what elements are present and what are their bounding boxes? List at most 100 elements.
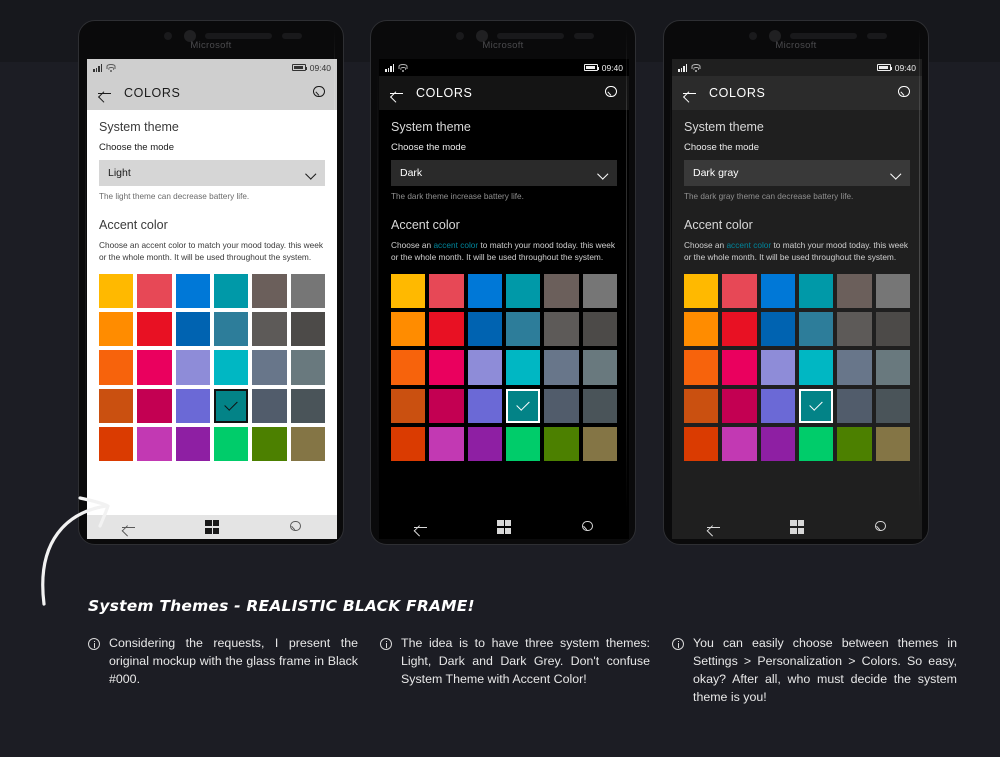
accent-swatch[interactable] <box>544 312 578 346</box>
nav-search-icon[interactable] <box>581 521 594 534</box>
windows-logo-icon[interactable] <box>205 520 219 534</box>
accent-swatch[interactable] <box>468 389 502 423</box>
accent-swatch[interactable] <box>137 389 171 423</box>
accent-swatch[interactable] <box>544 389 578 423</box>
accent-swatch[interactable] <box>837 389 871 423</box>
accent-swatch[interactable] <box>291 312 325 346</box>
accent-swatch[interactable] <box>137 274 171 308</box>
accent-swatch[interactable] <box>761 312 795 346</box>
windows-logo-icon[interactable] <box>790 520 804 534</box>
accent-swatch[interactable] <box>761 350 795 384</box>
accent-swatch[interactable] <box>583 350 617 384</box>
accent-swatch[interactable] <box>99 427 133 461</box>
nav-search-icon[interactable] <box>874 521 887 534</box>
accent-swatch[interactable] <box>99 389 133 423</box>
accent-swatch[interactable] <box>468 312 502 346</box>
windows-logo-icon[interactable] <box>497 520 511 534</box>
accent-swatch[interactable] <box>176 389 210 423</box>
accent-swatch[interactable] <box>214 427 248 461</box>
accent-swatch[interactable] <box>468 427 502 461</box>
accent-swatch[interactable] <box>544 350 578 384</box>
accent-swatch[interactable] <box>252 350 286 384</box>
search-icon[interactable] <box>897 86 912 101</box>
search-icon[interactable] <box>312 86 327 101</box>
accent-swatch[interactable] <box>837 312 871 346</box>
accent-swatch[interactable] <box>252 427 286 461</box>
accent-swatch[interactable] <box>799 350 833 384</box>
accent-swatch[interactable] <box>506 427 540 461</box>
accent-swatch[interactable] <box>391 389 425 423</box>
accent-swatch[interactable] <box>506 312 540 346</box>
theme-mode-select[interactable]: Light <box>99 160 325 186</box>
accent-swatch[interactable] <box>684 389 718 423</box>
accent-swatch[interactable] <box>722 427 756 461</box>
back-arrow-icon[interactable] <box>682 86 697 101</box>
accent-swatch[interactable] <box>391 427 425 461</box>
accent-swatch[interactable] <box>429 350 463 384</box>
accent-swatch[interactable] <box>176 274 210 308</box>
accent-swatch[interactable] <box>876 389 910 423</box>
accent-swatch[interactable] <box>722 274 756 308</box>
theme-mode-select[interactable]: Dark gray <box>684 160 910 186</box>
accent-swatch[interactable] <box>722 389 756 423</box>
accent-swatch[interactable] <box>429 312 463 346</box>
accent-swatch[interactable] <box>544 427 578 461</box>
accent-swatch[interactable] <box>761 389 795 423</box>
accent-swatch[interactable] <box>583 274 617 308</box>
accent-swatch[interactable] <box>799 312 833 346</box>
accent-swatch[interactable] <box>291 350 325 384</box>
accent-swatch[interactable] <box>391 274 425 308</box>
nav-back-icon[interactable] <box>707 521 721 533</box>
accent-swatch[interactable] <box>252 312 286 346</box>
accent-swatch[interactable] <box>99 274 133 308</box>
accent-swatch[interactable] <box>176 312 210 346</box>
accent-swatch[interactable] <box>583 389 617 423</box>
accent-swatch[interactable] <box>291 427 325 461</box>
accent-swatch[interactable] <box>214 389 248 423</box>
accent-swatch[interactable] <box>684 274 718 308</box>
accent-swatch[interactable] <box>506 389 540 423</box>
back-arrow-icon[interactable] <box>389 86 404 101</box>
accent-swatch[interactable] <box>876 274 910 308</box>
accent-swatch[interactable] <box>252 274 286 308</box>
accent-swatch[interactable] <box>99 350 133 384</box>
accent-swatch[interactable] <box>214 350 248 384</box>
accent-swatch[interactable] <box>583 427 617 461</box>
accent-swatch[interactable] <box>137 312 171 346</box>
accent-swatch[interactable] <box>722 350 756 384</box>
accent-swatch[interactable] <box>429 427 463 461</box>
accent-swatch[interactable] <box>837 350 871 384</box>
accent-swatch[interactable] <box>291 389 325 423</box>
accent-swatch[interactable] <box>214 274 248 308</box>
nav-back-icon[interactable] <box>414 521 428 533</box>
accent-swatch[interactable] <box>214 312 248 346</box>
accent-swatch[interactable] <box>468 350 502 384</box>
back-arrow-icon[interactable] <box>97 86 112 101</box>
nav-search-icon[interactable] <box>289 521 302 534</box>
accent-swatch[interactable] <box>137 350 171 384</box>
accent-swatch[interactable] <box>876 427 910 461</box>
accent-swatch[interactable] <box>761 427 795 461</box>
accent-swatch[interactable] <box>176 427 210 461</box>
accent-swatch[interactable] <box>722 312 756 346</box>
accent-swatch[interactable] <box>761 274 795 308</box>
accent-swatch[interactable] <box>799 389 833 423</box>
accent-swatch[interactable] <box>391 350 425 384</box>
accent-swatch[interactable] <box>837 274 871 308</box>
accent-swatch[interactable] <box>99 312 133 346</box>
accent-swatch[interactable] <box>583 312 617 346</box>
accent-swatch[interactable] <box>506 274 540 308</box>
accent-swatch[interactable] <box>799 274 833 308</box>
accent-swatch[interactable] <box>684 312 718 346</box>
accent-swatch[interactable] <box>429 389 463 423</box>
accent-swatch[interactable] <box>137 427 171 461</box>
theme-mode-select[interactable]: Dark <box>391 160 617 186</box>
accent-swatch[interactable] <box>468 274 502 308</box>
accent-swatch[interactable] <box>684 427 718 461</box>
accent-swatch[interactable] <box>876 312 910 346</box>
accent-swatch[interactable] <box>684 350 718 384</box>
accent-swatch[interactable] <box>506 350 540 384</box>
accent-swatch[interactable] <box>252 389 286 423</box>
accent-swatch[interactable] <box>291 274 325 308</box>
accent-swatch[interactable] <box>429 274 463 308</box>
